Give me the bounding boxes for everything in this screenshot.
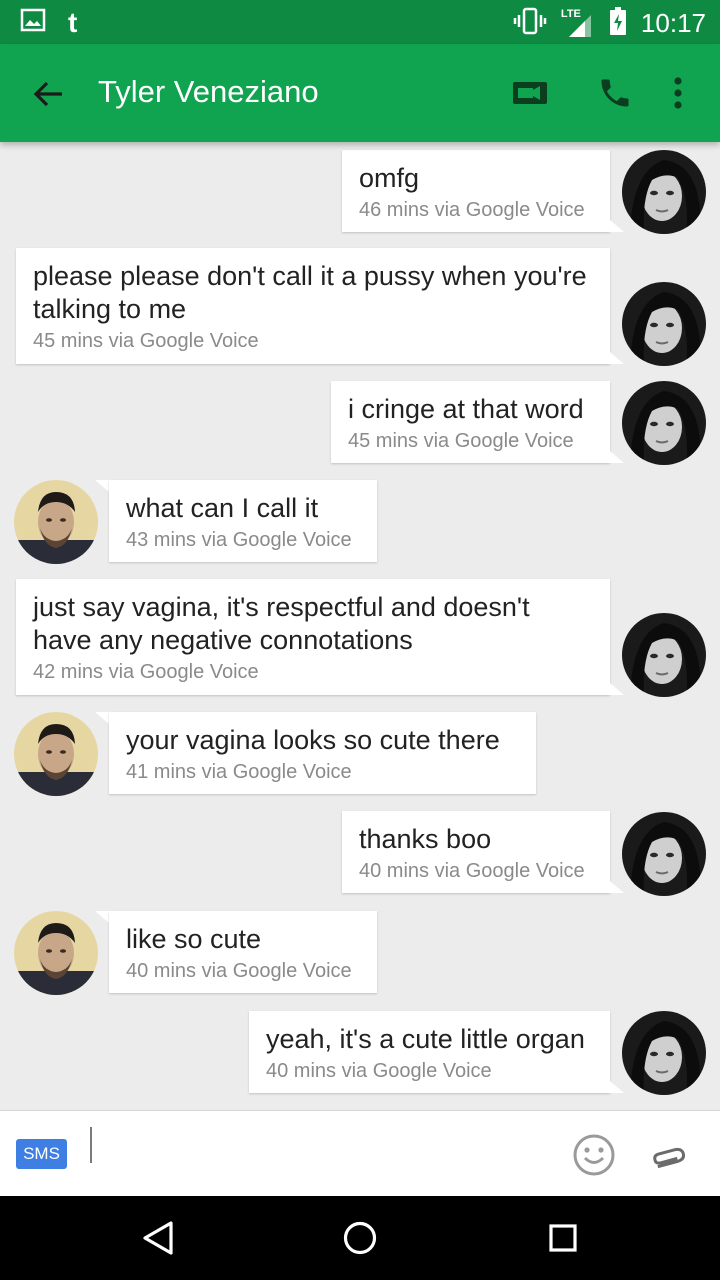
bubble-tail xyxy=(610,352,624,364)
bubble-tail xyxy=(610,451,624,463)
message-bubble[interactable]: omfg 46 mins via Google Voice xyxy=(342,150,610,232)
contact-avatar xyxy=(14,911,98,995)
battery-charging-icon xyxy=(609,6,627,41)
bubble-tail xyxy=(95,480,109,492)
message-input[interactable] xyxy=(88,1125,548,1181)
phone-call-button[interactable] xyxy=(592,70,638,116)
contact-avatar xyxy=(14,712,98,796)
message-bubble[interactable]: yeah, it's a cute little organ 40 mins v… xyxy=(249,1011,610,1093)
status-bar: t LTE 10:17 xyxy=(0,0,720,44)
message-text: your vagina looks so cute there xyxy=(126,725,500,755)
message-timestamp: 42 mins via Google Voice xyxy=(33,661,259,683)
back-arrow-icon xyxy=(33,81,62,107)
back-triangle-icon xyxy=(143,1221,173,1255)
nav-back-button[interactable] xyxy=(136,1216,180,1260)
text-cursor xyxy=(90,1127,92,1163)
message-bubble[interactable]: thanks boo 40 mins via Google Voice xyxy=(342,811,610,893)
message-timestamp: 40 mins via Google Voice xyxy=(126,960,352,982)
nav-home-button[interactable] xyxy=(338,1216,382,1260)
more-vert-icon xyxy=(674,77,682,109)
message-text: please please don't call it a pussy when… xyxy=(33,261,587,324)
bubble-tail xyxy=(610,683,624,695)
message-text: just say vagina, it's respectful and doe… xyxy=(33,592,530,655)
back-button[interactable] xyxy=(26,72,70,116)
conversation-title: Tyler Veneziano xyxy=(98,74,319,109)
message-text: i cringe at that word xyxy=(348,394,584,424)
bubble-tail xyxy=(610,220,624,232)
message-text: what can I call it xyxy=(126,493,319,523)
lte-signal-icon: LTE xyxy=(561,8,595,39)
message-bubble[interactable]: what can I call it 43 mins via Google Vo… xyxy=(109,480,377,562)
home-circle-icon xyxy=(343,1221,377,1255)
recents-square-icon xyxy=(549,1224,577,1252)
vibrate-icon xyxy=(513,6,547,41)
message-bubble[interactable]: like so cute 40 mins via Google Voice xyxy=(109,911,377,993)
message-text: thanks boo xyxy=(359,824,492,854)
nav-recents-button[interactable] xyxy=(541,1216,585,1260)
tumblr-icon: t xyxy=(68,6,78,38)
app-bar: Tyler Veneziano xyxy=(0,44,720,142)
message-timestamp: 43 mins via Google Voice xyxy=(126,529,352,551)
contact-avatar xyxy=(14,480,98,564)
message-composer: SMS xyxy=(0,1110,720,1196)
overflow-menu-button[interactable] xyxy=(656,70,700,116)
message-bubble[interactable]: please please don't call it a pussy when… xyxy=(16,248,610,364)
message-text: omfg xyxy=(359,163,420,193)
sender-avatar xyxy=(622,282,706,366)
image-icon xyxy=(20,8,46,37)
sender-avatar xyxy=(622,1011,706,1095)
video-call-icon xyxy=(513,82,547,104)
message-bubble[interactable]: i cringe at that word 45 mins via Google… xyxy=(331,381,610,463)
emoji-icon xyxy=(573,1134,615,1176)
system-nav-bar xyxy=(0,1196,720,1280)
bubble-tail xyxy=(95,712,109,724)
sms-mode-badge[interactable]: SMS xyxy=(16,1139,67,1169)
message-timestamp: 46 mins via Google Voice xyxy=(359,199,585,221)
sender-avatar xyxy=(622,381,706,465)
message-text: like so cute xyxy=(126,924,262,954)
sender-avatar xyxy=(622,150,706,234)
message-timestamp: 45 mins via Google Voice xyxy=(33,330,259,352)
message-list[interactable]: omfg 46 mins via Google Voice please ple… xyxy=(0,142,720,1110)
message-timestamp: 41 mins via Google Voice xyxy=(126,761,352,783)
message-timestamp: 40 mins via Google Voice xyxy=(266,1060,492,1082)
message-text: yeah, it's a cute little organ xyxy=(266,1024,585,1054)
sender-avatar xyxy=(622,613,706,697)
emoji-button[interactable] xyxy=(572,1133,616,1177)
message-timestamp: 40 mins via Google Voice xyxy=(359,860,585,882)
bubble-tail xyxy=(610,1081,624,1093)
message-bubble[interactable]: your vagina looks so cute there 41 mins … xyxy=(109,712,536,794)
clock: 10:17 xyxy=(640,8,706,38)
message-timestamp: 45 mins via Google Voice xyxy=(348,430,574,452)
phone-icon xyxy=(601,79,629,107)
attachment-icon xyxy=(653,1147,686,1169)
bubble-tail xyxy=(610,881,624,893)
sender-avatar xyxy=(622,812,706,896)
video-call-button[interactable] xyxy=(508,70,554,116)
bubble-tail xyxy=(95,911,109,923)
message-bubble[interactable]: just say vagina, it's respectful and doe… xyxy=(16,579,610,695)
attach-button[interactable] xyxy=(650,1137,692,1179)
